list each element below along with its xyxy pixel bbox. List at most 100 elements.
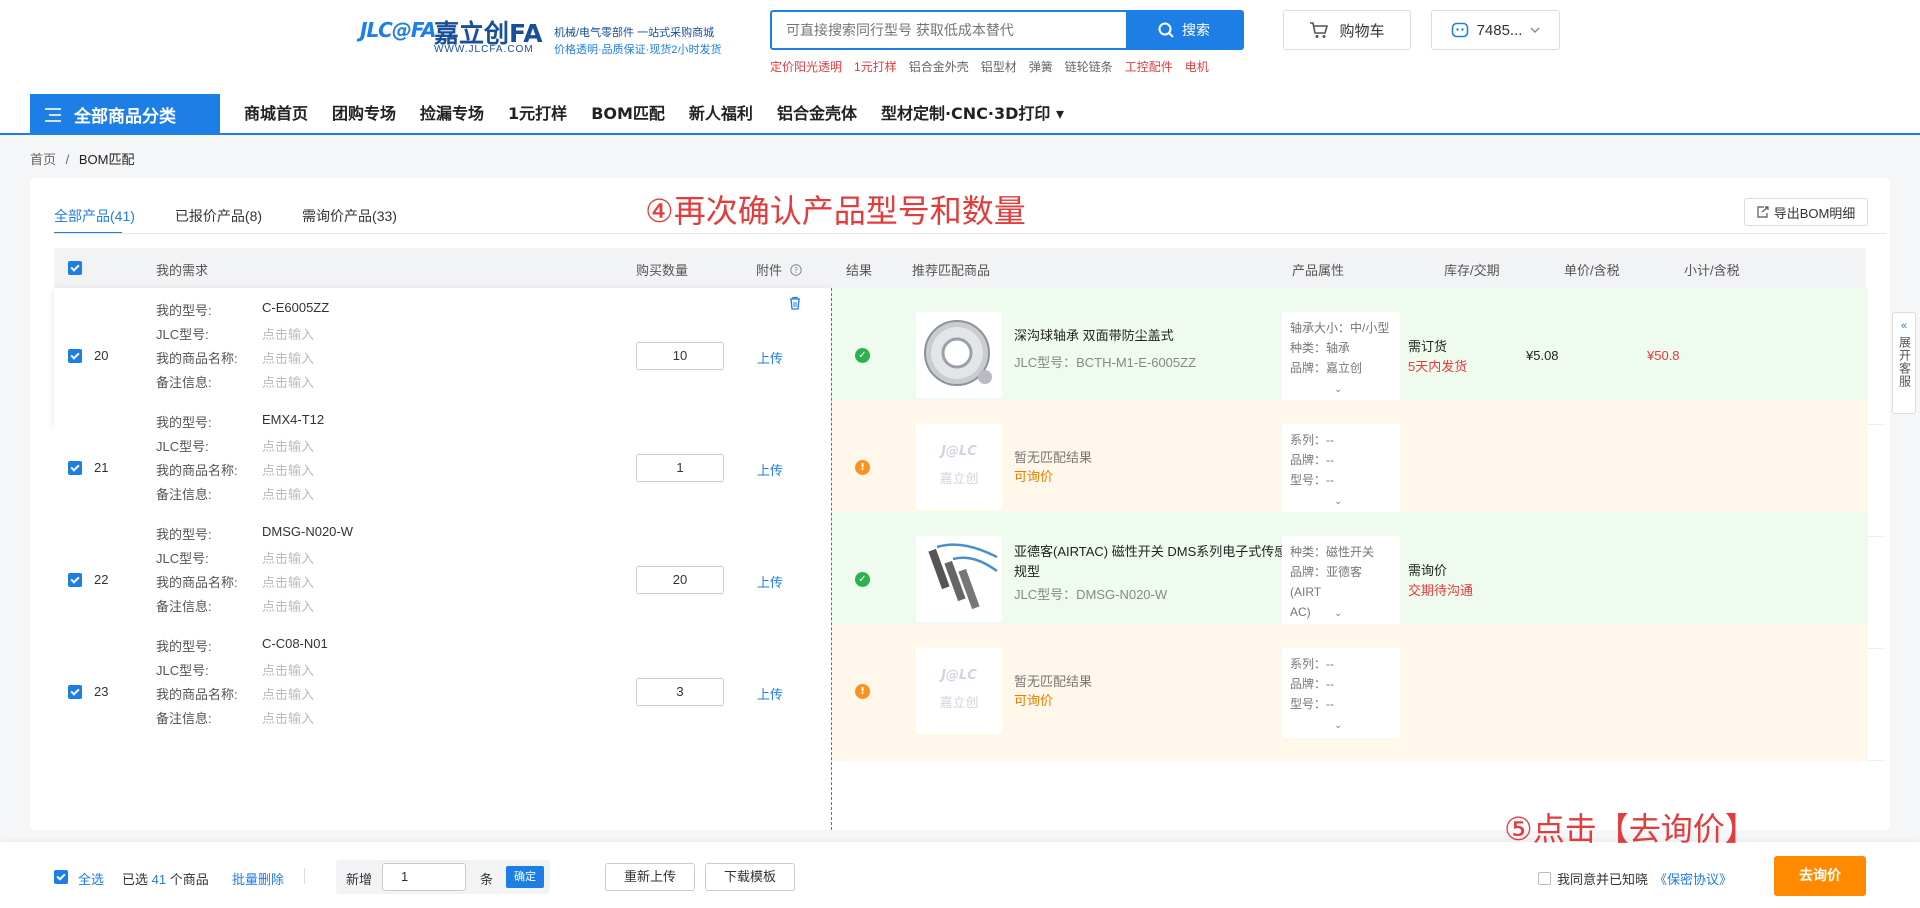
field-note-input[interactable]: 点击输入 bbox=[262, 708, 314, 727]
nav-item[interactable]: 捡漏专场 bbox=[420, 100, 484, 124]
select-all-checkbox[interactable] bbox=[54, 870, 68, 884]
user-menu[interactable]: 7485... bbox=[1431, 10, 1560, 50]
selected-suffix: 个商品 bbox=[169, 872, 209, 887]
upload-link[interactable]: 上传 bbox=[757, 572, 783, 591]
confirm-add-button[interactable]: 确定 bbox=[506, 866, 544, 888]
nav-item[interactable]: 商城首页 bbox=[244, 100, 308, 124]
export-bom-button[interactable]: 导出BOM明细 bbox=[1744, 198, 1868, 226]
nav-item[interactable]: BOM匹配 bbox=[591, 100, 665, 124]
breadcrumb-home[interactable]: 首页 bbox=[30, 152, 56, 167]
product-code: JLC型号：DMSG-N020-W bbox=[1014, 587, 1168, 602]
all-categories-button[interactable]: 全部商品分类 bbox=[30, 94, 220, 135]
row-index: 20 bbox=[94, 348, 109, 363]
hot-word[interactable]: 工控配件 bbox=[1125, 58, 1173, 75]
quantity-input[interactable]: 1 bbox=[636, 454, 724, 482]
field-model-input[interactable]: C-C08-N01 bbox=[262, 636, 328, 651]
field-label-jlc: JLC型号: bbox=[156, 551, 209, 566]
hot-word[interactable]: 弹簧 bbox=[1029, 58, 1053, 75]
chevron-down-icon[interactable]: ⌄ bbox=[1334, 604, 1342, 624]
help-icon[interactable]: ? bbox=[789, 264, 802, 276]
row-match-result: ! J@LC 嘉立创 暂无匹配结果 可询价 系列：-- 品牌：-- 型号：-- ⌄ bbox=[832, 624, 1868, 761]
expand-service-button[interactable]: « 展开客服 bbox=[1892, 312, 1916, 414]
attribute-line: 型号：-- bbox=[1290, 697, 1334, 711]
product-name[interactable]: 亚德客(AIRTAC) 磁性开关 DMS系列电子式传感器 常规型 bbox=[1014, 542, 1324, 582]
nav-item[interactable]: 型材定制·CNC·3D打印 ▾ bbox=[881, 100, 1064, 124]
col-requirement: 我的需求 bbox=[156, 263, 209, 278]
field-model-input[interactable]: DMSG-N020-W bbox=[262, 524, 353, 539]
field-name-input[interactable]: 点击输入 bbox=[262, 348, 314, 367]
row-index: 23 bbox=[94, 684, 109, 699]
field-label-jlc: JLC型号: bbox=[156, 663, 209, 678]
field-note-input[interactable]: 点击输入 bbox=[262, 484, 314, 503]
agree-checkbox[interactable] bbox=[1538, 872, 1551, 885]
warning-icon: ! bbox=[855, 684, 870, 699]
tab-0[interactable]: 全部产品(41) bbox=[54, 206, 135, 226]
field-label-jlc: JLC型号: bbox=[156, 439, 209, 454]
search-button[interactable]: 搜索 bbox=[1126, 12, 1242, 48]
nav-item[interactable]: 新人福利 bbox=[689, 100, 753, 124]
unit-price: ¥5.08 bbox=[1526, 348, 1559, 363]
field-label-note: 备注信息: bbox=[156, 599, 212, 614]
menu-icon bbox=[45, 107, 61, 122]
download-template-button[interactable]: 下载模板 bbox=[705, 863, 795, 891]
col-result: 结果 bbox=[846, 263, 873, 278]
upload-link[interactable]: 上传 bbox=[757, 348, 783, 367]
row-checkbox[interactable] bbox=[68, 573, 82, 587]
quantity-input[interactable]: 20 bbox=[636, 566, 724, 594]
cart-button[interactable]: 购物车 bbox=[1283, 10, 1411, 50]
field-note-input[interactable]: 点击输入 bbox=[262, 372, 314, 391]
hot-word[interactable]: 链轮链条 bbox=[1065, 58, 1113, 75]
batch-delete-button[interactable]: 批量删除 bbox=[232, 869, 284, 888]
reupload-button[interactable]: 重新上传 bbox=[605, 863, 695, 891]
field-jlc-input[interactable]: 点击输入 bbox=[262, 660, 314, 679]
chevron-down-icon[interactable]: ⌄ bbox=[1334, 716, 1342, 736]
placeholder-image: J@LC 嘉立创 bbox=[916, 648, 1002, 734]
nav-item[interactable]: 1元打样 bbox=[508, 100, 567, 124]
upload-link[interactable]: 上传 bbox=[757, 684, 783, 703]
trash-icon[interactable] bbox=[788, 296, 802, 310]
chevron-down-icon[interactable]: ⌄ bbox=[1334, 492, 1342, 512]
field-name-input[interactable]: 点击输入 bbox=[262, 460, 314, 479]
row-checkbox[interactable] bbox=[68, 685, 82, 699]
inquiry-button[interactable]: 去询价 bbox=[1774, 856, 1866, 896]
col-quantity: 购买数量 bbox=[636, 263, 689, 278]
header-select-all-checkbox[interactable] bbox=[68, 261, 82, 275]
field-model-input[interactable]: EMX4-T12 bbox=[262, 412, 324, 427]
hot-word[interactable]: 电机 bbox=[1185, 58, 1209, 75]
tab-1[interactable]: 已报价产品(8) bbox=[175, 206, 262, 226]
row-checkbox[interactable] bbox=[68, 349, 82, 363]
quantity-input[interactable]: 10 bbox=[636, 342, 724, 370]
site-logo[interactable]: JLC@FA 嘉立创FA WWW.JLCFA.COM 机械/电气零部件 一站式采… bbox=[360, 14, 728, 62]
field-name-input[interactable]: 点击输入 bbox=[262, 684, 314, 703]
attribute-line: 品牌：-- bbox=[1290, 453, 1334, 467]
hot-search-words: 定价阳光透明 1元打样 铝合金外壳 铝型材 弹簧 链轮链条 工控配件 电机 bbox=[770, 58, 1209, 75]
chevron-down-icon bbox=[1530, 27, 1540, 33]
hot-word[interactable]: 铝型材 bbox=[981, 58, 1017, 75]
hot-word[interactable]: 定价阳光透明 bbox=[770, 58, 842, 75]
tab-2[interactable]: 需询价产品(33) bbox=[302, 206, 397, 226]
field-jlc-input[interactable]: 点击输入 bbox=[262, 548, 314, 567]
product-image[interactable] bbox=[916, 312, 1002, 398]
nav-item[interactable]: 团购专场 bbox=[332, 100, 396, 124]
hot-word[interactable]: 1元打样 bbox=[854, 58, 897, 75]
field-model-input[interactable]: C-E6005ZZ bbox=[262, 300, 329, 315]
product-image[interactable] bbox=[916, 536, 1002, 622]
hot-word[interactable]: 铝合金外壳 bbox=[909, 58, 969, 75]
cart-icon bbox=[1310, 22, 1329, 38]
field-jlc-input[interactable]: 点击输入 bbox=[262, 324, 314, 343]
upload-link[interactable]: 上传 bbox=[757, 460, 783, 479]
field-note-input[interactable]: 点击输入 bbox=[262, 596, 314, 615]
chevron-down-icon[interactable]: ⌄ bbox=[1334, 380, 1342, 400]
field-jlc-input[interactable]: 点击输入 bbox=[262, 436, 314, 455]
product-name[interactable]: 深沟球轴承 双面带防尘盖式 bbox=[1014, 326, 1324, 346]
field-name-input[interactable]: 点击输入 bbox=[262, 572, 314, 591]
quantity-input[interactable]: 3 bbox=[636, 678, 724, 706]
search-input[interactable] bbox=[772, 12, 1128, 48]
select-all-label[interactable]: 全选 bbox=[78, 869, 104, 888]
privacy-agreement-link[interactable]: 《保密协议》 bbox=[1654, 869, 1732, 888]
row-checkbox[interactable] bbox=[68, 461, 82, 475]
add-count-input[interactable]: 1 bbox=[382, 863, 466, 891]
nav-item[interactable]: 铝合金壳体 bbox=[777, 100, 857, 124]
field-label-jlc: JLC型号: bbox=[156, 327, 209, 342]
field-label-model: 我的型号: bbox=[156, 415, 212, 430]
